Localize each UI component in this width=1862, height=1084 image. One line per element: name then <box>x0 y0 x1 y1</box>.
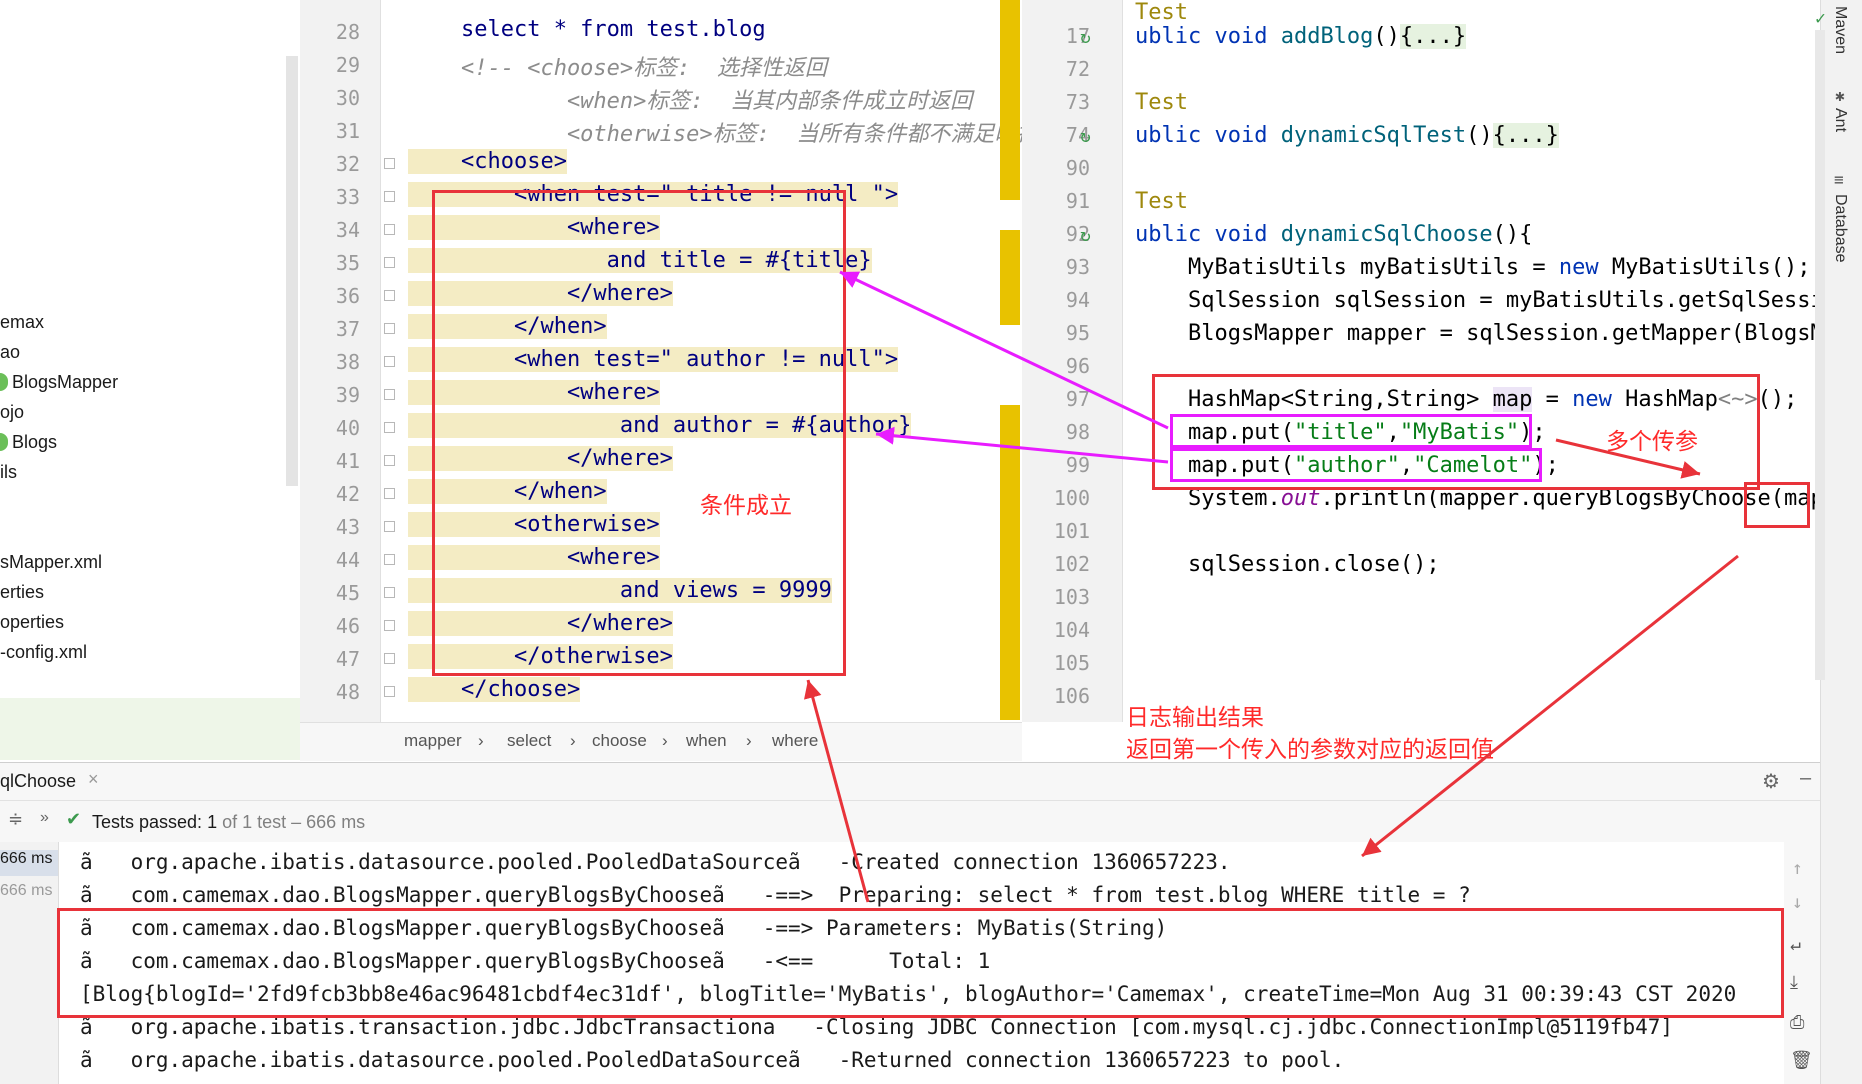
annotation-arrows <box>804 270 1739 903</box>
arrow-map-to-log <box>1361 554 1739 858</box>
arrow-multi-params <box>1555 438 1701 479</box>
arrow-author-to-xml <box>875 426 1169 464</box>
arrow-log-to-xml <box>804 679 870 903</box>
arrow-title-to-xml <box>839 270 1169 430</box>
